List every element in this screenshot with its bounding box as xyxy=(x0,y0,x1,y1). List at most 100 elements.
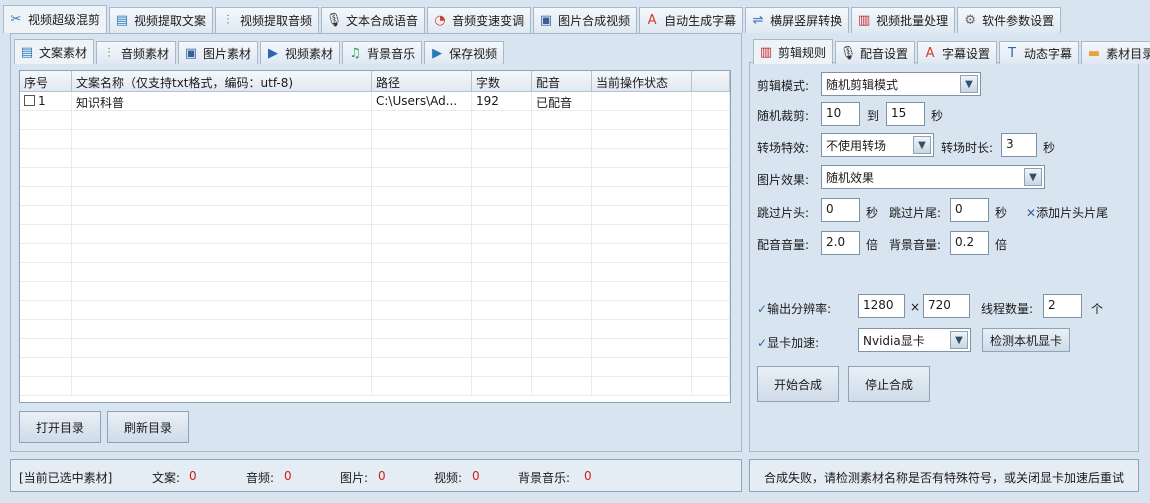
refresh-directory-button[interactable]: 刷新目录 xyxy=(107,411,189,443)
empty-table-row xyxy=(20,358,730,377)
empty-cell xyxy=(472,206,532,224)
video-count: 0 xyxy=(472,469,480,483)
chevron-down-icon[interactable]: ▼ xyxy=(913,136,931,154)
right-tabs-0[interactable]: ▥ 剪辑规则 xyxy=(753,39,834,64)
header-count[interactable]: 字数 xyxy=(472,71,532,91)
empty-cell xyxy=(592,149,692,167)
empty-cell xyxy=(372,111,472,129)
top-tabs-1[interactable]: ▤ 视频提取文案 xyxy=(109,7,214,33)
add-head-tail-link[interactable]: ✕添加片头片尾 xyxy=(1026,204,1108,221)
tab-label: 图片素材 xyxy=(203,46,252,61)
left-tabs-0[interactable]: ▤ 文案素材 xyxy=(14,39,95,64)
left-tabs-4[interactable]: ♫ 背景音乐 xyxy=(342,41,423,64)
empty-cell xyxy=(592,339,692,357)
table-header: 序号 文案名称（仅支持txt格式，编码：utf-8) 路径 字数 配音 当前操作… xyxy=(20,71,730,92)
empty-cell xyxy=(532,225,592,243)
top-tabs-9[interactable]: ⚙ 软件参数设置 xyxy=(957,7,1062,33)
right-tabs-4[interactable]: ▬ 素材目录 xyxy=(1081,41,1150,64)
left-tabs-1[interactable]: ⫶ 音频素材 xyxy=(96,41,177,64)
empty-cell xyxy=(472,130,532,148)
tab-label: 文本合成语音 xyxy=(346,14,419,28)
empty-cell xyxy=(20,339,72,357)
chevron-down-icon[interactable]: ▼ xyxy=(960,75,978,93)
top-tabs-8[interactable]: ▥ 视频批量处理 xyxy=(851,7,956,33)
resolution-height-input[interactable]: 720 xyxy=(923,294,970,318)
tab-label: 动态字幕 xyxy=(1024,46,1073,61)
transition-select[interactable]: 不使用转场 ▼ xyxy=(821,133,934,157)
empty-cell xyxy=(372,130,472,148)
empty-table-row xyxy=(20,168,730,187)
top-tabs-0[interactable]: ✂ 视频超级混剪 xyxy=(3,5,108,33)
chevron-down-icon[interactable]: ▼ xyxy=(950,331,968,349)
gpu-select[interactable]: Nvidia显卡 ▼ xyxy=(858,328,971,352)
bg-volume-input[interactable]: 0.2 xyxy=(950,231,989,255)
empty-cell xyxy=(532,282,592,300)
left-tabs-5[interactable]: ▶ 保存视频 xyxy=(424,41,505,64)
chevron-down-icon[interactable]: ▼ xyxy=(1024,168,1042,186)
detect-gpu-button[interactable]: 检测本机显卡 xyxy=(982,328,1070,352)
right-tabs-3[interactable]: T 动态字幕 xyxy=(999,41,1080,64)
bgm-count-label: 背景音乐: xyxy=(518,471,571,485)
empty-cell xyxy=(692,168,730,186)
resolution-width-input[interactable]: 1280 xyxy=(858,294,905,318)
top-tabs-5[interactable]: ▣ 图片合成视频 xyxy=(533,7,638,33)
empty-cell xyxy=(532,168,592,186)
empty-cell xyxy=(592,263,692,281)
top-tabs-7[interactable]: ⇌ 横屏竖屏转换 xyxy=(745,7,850,33)
header-status[interactable]: 当前操作状态 xyxy=(592,71,692,91)
row-checkbox[interactable] xyxy=(24,95,35,106)
empty-cell xyxy=(72,301,372,319)
empty-table-row xyxy=(20,263,730,282)
header-path[interactable]: 路径 xyxy=(372,71,472,91)
empty-cell xyxy=(20,187,72,205)
row-index-cell[interactable]: 1 xyxy=(20,92,72,110)
empty-cell xyxy=(20,130,72,148)
skip-head-input[interactable]: 0 xyxy=(821,198,860,222)
header-voice[interactable]: 配音 xyxy=(532,71,592,91)
empty-cell xyxy=(20,282,72,300)
edit-mode-select[interactable]: 随机剪辑模式 ▼ xyxy=(821,72,981,96)
stop-button[interactable]: 停止合成 xyxy=(848,366,930,402)
header-name[interactable]: 文案名称（仅支持txt格式，编码：utf-8) xyxy=(72,71,372,91)
empty-cell xyxy=(372,263,472,281)
left-tabs-2[interactable]: ▣ 图片素材 xyxy=(178,41,259,64)
text-material-table[interactable]: 序号 文案名称（仅支持txt格式，编码：utf-8) 路径 字数 配音 当前操作… xyxy=(19,70,731,403)
empty-cell xyxy=(592,168,692,186)
empty-table-row xyxy=(20,339,730,358)
empty-table-row xyxy=(20,244,730,263)
selected-material-bar xyxy=(10,459,742,492)
random-cut-seconds: 秒 xyxy=(931,109,944,123)
random-cut-to-input[interactable]: 15 xyxy=(886,102,925,126)
empty-cell xyxy=(692,301,730,319)
image-effect-select[interactable]: 随机效果 ▼ xyxy=(821,165,1045,189)
transition-label: 转场特效: xyxy=(757,141,810,155)
header-index[interactable]: 序号 xyxy=(20,71,72,91)
open-directory-button[interactable]: 打开目录 xyxy=(19,411,101,443)
transition-duration-input[interactable]: 3 xyxy=(1001,133,1037,157)
threads-label: 线程数量: xyxy=(981,302,1034,316)
skip-tail-input[interactable]: 0 xyxy=(950,198,989,222)
right-tabs-1[interactable]: 🎙 配音设置 xyxy=(835,41,916,64)
left-tabs-3[interactable]: ▶ 视频素材 xyxy=(260,41,341,64)
top-tabs-6[interactable]: A 自动生成字幕 xyxy=(639,7,744,33)
right-tabs-2[interactable]: A 字幕设置 xyxy=(917,41,998,64)
empty-table-row xyxy=(20,206,730,225)
empty-cell xyxy=(692,320,730,338)
transition-duration-label: 转场时长: xyxy=(941,141,994,155)
start-button[interactable]: 开始合成 xyxy=(757,366,839,402)
top-tabs-2[interactable]: ⫶ 视频提取音频 xyxy=(215,7,320,33)
threads-input[interactable]: 2 xyxy=(1043,294,1082,318)
empty-table-row xyxy=(20,225,730,244)
voice-volume-input[interactable]: 2.0 xyxy=(821,231,860,255)
random-cut-from-input[interactable]: 10 xyxy=(821,102,860,126)
row-name: 知识科普 xyxy=(72,92,372,110)
gpu-label: ✓显卡加速: xyxy=(757,336,820,350)
top-tabs-4[interactable]: ◔ 音频变速变调 xyxy=(427,7,532,33)
table-row[interactable]: 1 知识科普 C:\Users\Ad... 192 已配音 xyxy=(20,92,730,111)
empty-cell xyxy=(472,111,532,129)
empty-cell xyxy=(692,130,730,148)
empty-cell xyxy=(692,187,730,205)
status-message: 合成失败，请检测素材名称是否有特殊符号，或关闭显卡加速后重试 xyxy=(764,471,1125,485)
empty-cell xyxy=(72,320,372,338)
top-tabs-3[interactable]: 🎙 文本合成语音 xyxy=(321,7,426,33)
